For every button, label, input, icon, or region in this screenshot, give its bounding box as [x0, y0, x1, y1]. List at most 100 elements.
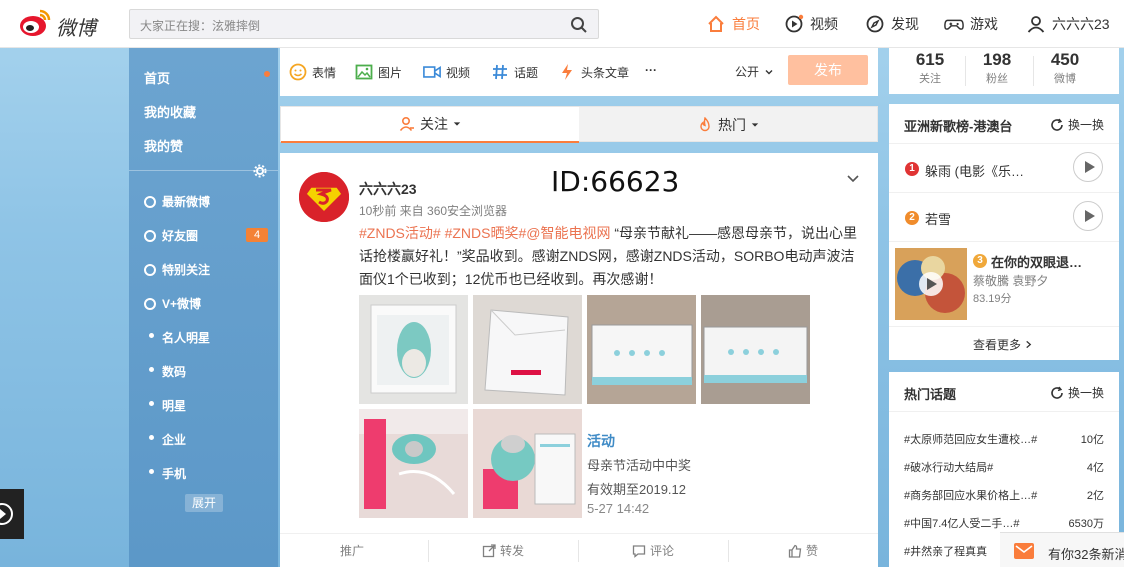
post-image[interactable] — [701, 295, 810, 404]
topic-count: 4亿 — [1086, 462, 1104, 474]
like-button[interactable]: 赞 — [788, 542, 818, 559]
topic-item[interactable]: #中国7.4亿人受二手…# 6530万 — [904, 515, 1104, 531]
play-button[interactable] — [1073, 201, 1103, 231]
sidebar-item-latest[interactable]: 最新微博 — [144, 193, 210, 210]
topic-item[interactable]: #商务部回应水果价格上…# 2亿 — [904, 487, 1104, 503]
weibo-logo[interactable]: 微博 — [18, 8, 108, 40]
post-image[interactable] — [587, 295, 696, 404]
top-bar: 微博 大家正在搜：泫雅摔倒 首页 视频 发现 游戏 六六六23 — [0, 0, 1124, 48]
sidebar-item-digital[interactable]: 数码 — [162, 363, 186, 380]
compass-icon — [866, 15, 884, 33]
visibility-dropdown[interactable]: 公开 — [735, 63, 774, 80]
avatar[interactable] — [299, 172, 349, 222]
sidebar-item-friends[interactable]: 好友圈 — [144, 227, 198, 244]
like-label: 赞 — [806, 544, 819, 558]
play-button[interactable] — [1073, 152, 1103, 182]
search-input[interactable]: 大家正在搜：泫雅摔倒 — [140, 17, 260, 34]
topics-refresh-button[interactable]: 换一换 — [1050, 384, 1104, 401]
lightning-icon — [562, 64, 572, 80]
tab-following[interactable]: 关注 — [281, 107, 579, 143]
sidebar-item-favorites[interactable]: 我的收藏 — [144, 102, 196, 121]
music-refresh-button[interactable]: 换一换 — [1050, 116, 1104, 133]
post-image[interactable]: 活动 母亲节活动中中奖 有效期至2019.12 5-27 14:42 — [587, 409, 696, 518]
image-button[interactable]: 图片 — [355, 63, 402, 81]
tab-hot[interactable]: 热门 — [579, 107, 877, 143]
topic-title: #太原师范回应女生遭校…# — [904, 434, 1038, 446]
repost-button[interactable]: 转发 — [482, 542, 524, 559]
comment-button[interactable]: 评论 — [632, 542, 674, 559]
sidebar-item-likes[interactable]: 我的赞 — [144, 136, 183, 155]
nav-discover[interactable]: 发现 — [865, 0, 919, 48]
fire-icon — [700, 117, 710, 132]
see-more-label: 查看更多 — [973, 338, 1022, 352]
search-icon[interactable] — [570, 16, 588, 34]
sidebar-item-home[interactable]: 首页 — [144, 68, 170, 87]
post-image[interactable] — [359, 409, 468, 518]
search-box[interactable]: 大家正在搜：泫雅摔倒 — [129, 9, 599, 39]
post-image[interactable] — [359, 295, 468, 404]
nav-games[interactable]: 游戏 — [944, 0, 998, 48]
friends-count-badge: 4 — [246, 228, 268, 242]
visibility-label: 公开 — [735, 65, 760, 79]
repost-label: 转发 — [500, 544, 525, 558]
sidebar-item-special[interactable]: 特别关注 — [144, 261, 210, 278]
post-image[interactable] — [473, 295, 582, 404]
chevron-down-icon[interactable] — [846, 171, 860, 185]
emoji-button[interactable]: 表情 — [289, 63, 336, 81]
nav-games-label: 游戏 — [970, 16, 998, 32]
bullet-icon — [149, 333, 154, 338]
left-sidebar: 首页 我的收藏 我的赞 最新微博 好友圈 4 特别关注 V+微博 名人明星 数码… — [129, 48, 278, 567]
song-title[interactable]: 在你的双眼退… — [991, 252, 1082, 271]
post-image[interactable] — [473, 409, 582, 518]
nav-video-label: 视频 — [810, 16, 838, 32]
bullet-icon — [149, 469, 154, 474]
refresh-icon — [1051, 118, 1063, 131]
sidebar-item-enterprise[interactable]: 企业 — [162, 431, 186, 448]
stat-posts-value: 450 — [1050, 50, 1080, 69]
stat-fans[interactable]: 198 粉丝 — [964, 50, 1030, 86]
sidebar-item-phone[interactable]: 手机 — [162, 465, 186, 482]
publish-button[interactable]: 发布 — [788, 55, 868, 85]
message-notification[interactable]: 有你32条新消 — [1000, 532, 1124, 567]
topic-label: 话题 — [514, 65, 539, 80]
stat-following-value: 615 — [915, 50, 945, 69]
divider — [889, 143, 1119, 144]
stat-posts[interactable]: 450 微博 — [1032, 50, 1098, 86]
sidebar-item-celebrities[interactable]: 名人明星 — [162, 329, 210, 346]
vplus-icon — [144, 297, 156, 310]
article-button[interactable]: 头条文章 — [558, 63, 629, 81]
notification-text: 有你32条新消 — [1048, 547, 1124, 562]
song-title[interactable]: 躲雨 (电影《乐… — [925, 161, 1024, 180]
sidebar-home-dot — [264, 71, 270, 77]
repost-icon — [482, 543, 496, 557]
nav-home-label: 首页 — [732, 16, 760, 32]
promote-button[interactable]: 推广 — [340, 542, 364, 559]
topic-button[interactable]: 话题 — [491, 63, 538, 81]
nav-home[interactable]: 首页 — [706, 0, 760, 48]
sidebar-item-vplus[interactable]: V+微博 — [144, 295, 201, 312]
topic-item[interactable]: #破冰行动大结局# 4亿 — [904, 459, 1104, 475]
side-video-button[interactable] — [0, 489, 24, 539]
nav-video[interactable]: 视频 — [784, 0, 838, 48]
topic-count: 2亿 — [1086, 490, 1104, 502]
sidebar-item-stars[interactable]: 明星 — [162, 397, 186, 414]
music-card-title[interactable]: 亚洲新歌榜-港澳台 — [904, 116, 1012, 135]
gear-icon[interactable] — [253, 164, 267, 178]
sidebar-item-friends-label: 好友圈 — [162, 229, 199, 243]
bullet-icon — [149, 401, 154, 406]
stat-following[interactable]: 615 关注 — [897, 50, 963, 86]
image-card-line: 母亲节活动中中奖 — [587, 458, 692, 473]
nav-profile[interactable]: 六六六23 — [1026, 0, 1110, 48]
more-button[interactable]: ··· — [645, 63, 657, 77]
topics-card-title[interactable]: 热门话题 — [904, 384, 956, 403]
album-cover[interactable] — [895, 248, 967, 320]
expand-button[interactable]: 展开 — [185, 494, 223, 512]
song-title[interactable]: 若雪 — [925, 209, 951, 228]
post-hashtags[interactable]: #ZNDS活动# #ZNDS晒奖#@智能电视网 — [359, 225, 610, 241]
video-upload-button[interactable]: 视频 — [423, 63, 470, 81]
follow-icon — [399, 116, 414, 132]
author-name[interactable]: 六六六23 — [359, 179, 417, 199]
eye-icon — [144, 263, 156, 276]
see-more-link[interactable]: 查看更多 — [973, 336, 1033, 353]
topic-item[interactable]: #太原师范回应女生遭校…# 10亿 — [904, 431, 1104, 447]
